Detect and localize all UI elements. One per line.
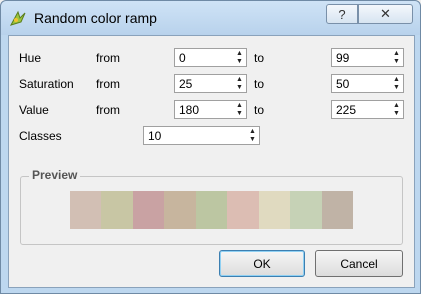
preview-group: Preview [20, 168, 403, 245]
spin-up-icon[interactable]: ▲ [233, 101, 246, 110]
hue-to-value: 99 [336, 51, 350, 65]
spin-up-icon[interactable]: ▲ [233, 49, 246, 58]
hue-from-label: from [96, 51, 120, 65]
color-swatch [101, 191, 133, 229]
color-swatch [70, 191, 102, 229]
spin-down-icon[interactable]: ▼ [246, 136, 259, 145]
value-from-label: from [96, 103, 120, 117]
spin-down-icon[interactable]: ▼ [390, 110, 403, 119]
saturation-from-spinbox[interactable]: 25 ▲ ▼ [174, 74, 247, 93]
hue-from-spinbox[interactable]: 0 ▲ ▼ [174, 48, 247, 67]
classes-value: 10 [148, 129, 162, 143]
saturation-from-value: 25 [179, 77, 193, 91]
saturation-to-spinbox[interactable]: 50 ▲ ▼ [331, 74, 404, 93]
close-icon: ✕ [380, 6, 391, 21]
spin-up-icon[interactable]: ▲ [246, 127, 259, 136]
color-swatch [164, 191, 196, 229]
value-to-spinbox[interactable]: 225 ▲ ▼ [331, 100, 404, 119]
spin-down-icon[interactable]: ▼ [390, 58, 403, 67]
classes-label: Classes [19, 129, 62, 143]
value-from-spinbox[interactable]: 180 ▲ ▼ [174, 100, 247, 119]
saturation-to-value: 50 [336, 77, 350, 91]
value-to-value: 225 [336, 103, 357, 117]
value-to-label: to [254, 103, 265, 117]
saturation-label: Saturation [19, 77, 74, 91]
color-swatch [195, 191, 228, 229]
color-ramp-preview [70, 191, 353, 229]
dialog-body: Hue from 0 ▲ ▼ to 99 ▲ ▼ Saturation from 2… [8, 35, 415, 288]
preview-title: Preview [29, 168, 81, 182]
spin-down-icon[interactable]: ▼ [233, 110, 246, 119]
hue-to-spinbox[interactable]: 99 ▲ ▼ [331, 48, 404, 67]
spin-up-icon[interactable]: ▲ [390, 101, 403, 110]
value-from-value: 180 [179, 103, 200, 117]
close-button[interactable]: ✕ [358, 4, 413, 24]
saturation-to-label: to [254, 77, 265, 91]
help-icon: ? [338, 6, 346, 22]
classes-spinbox[interactable]: 10 ▲ ▼ [143, 126, 260, 145]
window-title: Random color ramp [34, 10, 157, 26]
spin-up-icon[interactable]: ▲ [233, 75, 246, 84]
spin-down-icon[interactable]: ▼ [390, 84, 403, 93]
cancel-button[interactable]: Cancel [315, 250, 403, 277]
spin-up-icon[interactable]: ▲ [390, 49, 403, 58]
color-swatch [258, 191, 291, 229]
ok-button[interactable]: OK [219, 250, 305, 277]
hue-label: Hue [19, 51, 42, 65]
hue-from-value: 0 [179, 51, 186, 65]
color-swatch [227, 191, 259, 229]
spin-down-icon[interactable]: ▼ [233, 58, 246, 67]
dialog-window: Random color ramp ? ✕ Hue from 0 ▲ ▼ to 9… [0, 0, 421, 294]
spin-up-icon[interactable]: ▲ [390, 75, 403, 84]
help-button[interactable]: ? [326, 4, 358, 24]
saturation-from-label: from [96, 77, 120, 91]
color-swatch [321, 191, 353, 229]
spin-down-icon[interactable]: ▼ [233, 84, 246, 93]
color-swatch [132, 191, 165, 229]
hue-to-label: to [254, 51, 265, 65]
color-swatch [290, 191, 322, 229]
title-bar[interactable]: Random color ramp ? ✕ [1, 1, 420, 35]
value-label: Value [19, 103, 49, 117]
qgis-app-icon [9, 9, 27, 27]
